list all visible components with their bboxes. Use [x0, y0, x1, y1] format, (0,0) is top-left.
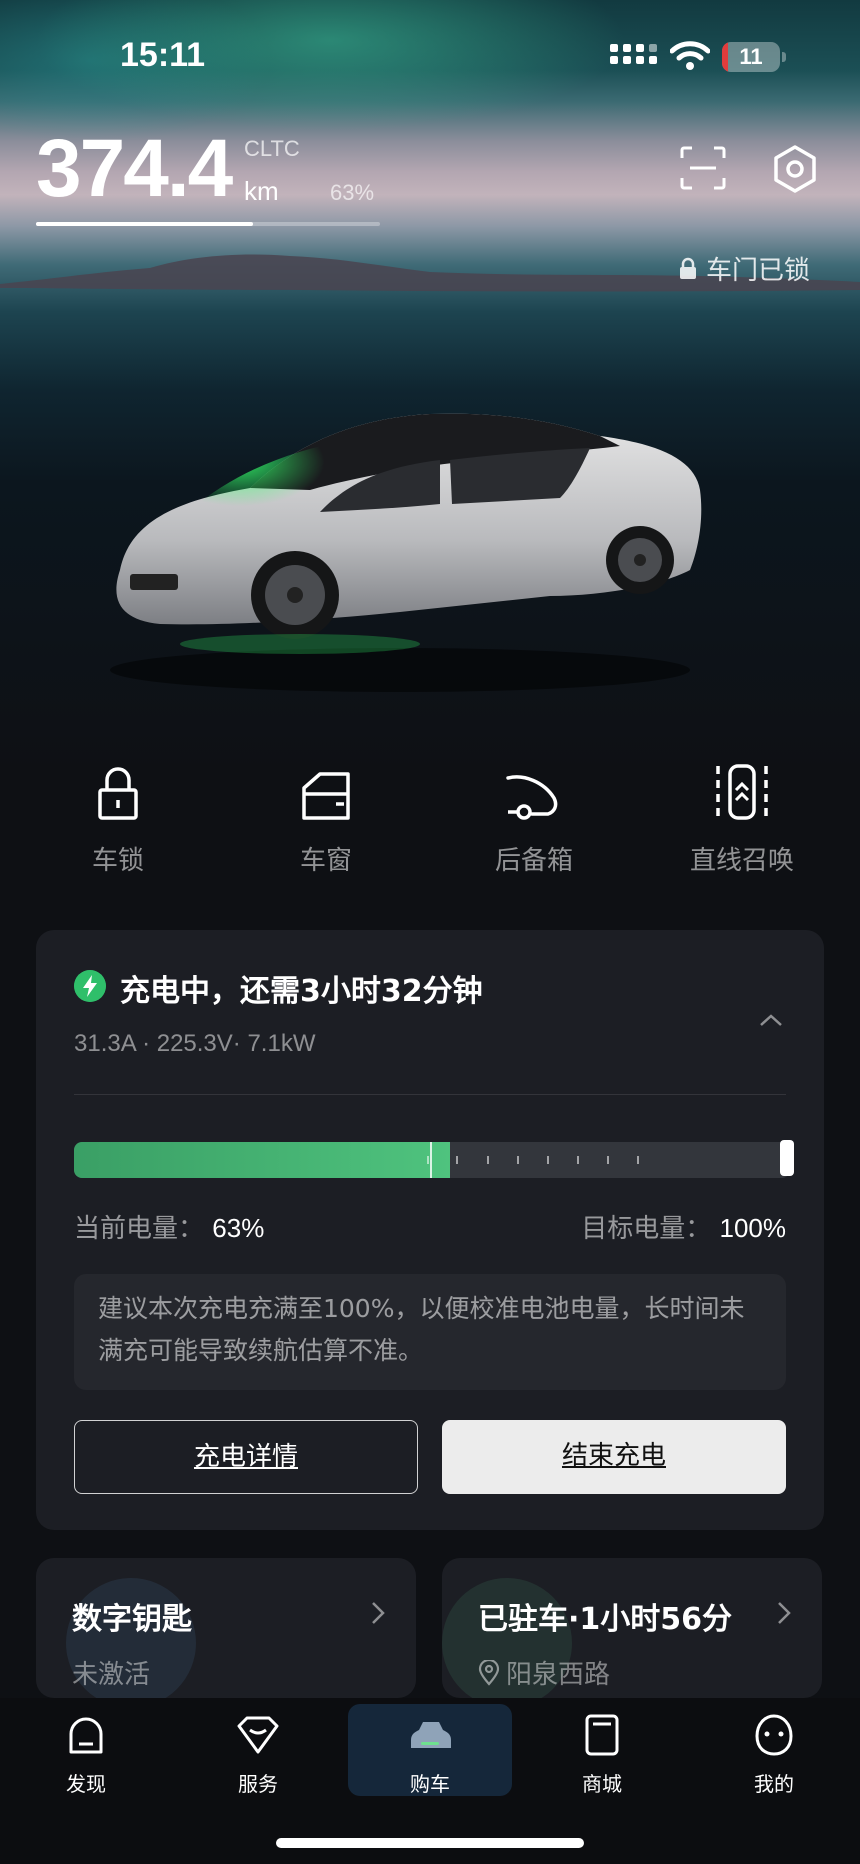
- settings-gear-icon[interactable]: [770, 144, 820, 194]
- card-divider: [74, 1094, 786, 1095]
- discover-icon: [69, 1717, 103, 1754]
- service-icon: [237, 1716, 279, 1754]
- charge-progress-fill: [74, 1142, 450, 1178]
- charging-stats: 31.3A · 225.3V· 7.1kW: [74, 1030, 316, 1057]
- control-window-label: 车窗: [299, 846, 352, 876]
- door-lock-status: 车门已锁: [678, 250, 810, 287]
- door-lock-status-text: 车门已锁: [706, 256, 811, 286]
- charge-bar-tick: [517, 1156, 519, 1164]
- vehicle-controls: 车锁 车窗 后备箱 直线召唤: [0, 760, 860, 900]
- target-charge: 目标电量： 100%: [581, 1208, 786, 1245]
- battery-percent-label: 63%: [330, 180, 375, 205]
- parking-title: 已驻车·1小时56分: [478, 1602, 733, 1637]
- charging-bolt-icon: [74, 970, 106, 1002]
- control-trunk-label: 后备箱: [494, 846, 573, 876]
- scan-icon[interactable]: [680, 146, 726, 190]
- digital-key-status: 未激活: [72, 1654, 150, 1691]
- charging-tip: 建议本次充电充满至100%，以便校准电池电量，长时间未满充可能导致续航估算不准。: [74, 1274, 786, 1390]
- location-pin-icon: [478, 1659, 500, 1686]
- mall-icon: [585, 1714, 619, 1756]
- control-lock[interactable]: 车锁: [28, 760, 208, 877]
- tab-discover-label: 发现: [66, 1772, 106, 1796]
- charging-detail-button[interactable]: 充电详情: [74, 1420, 418, 1494]
- parking-location: 阳泉西路: [478, 1654, 610, 1691]
- car-icon: [411, 1722, 451, 1748]
- control-summon[interactable]: 直线召唤: [652, 760, 832, 877]
- trunk-icon: [506, 775, 558, 820]
- current-charge: 当前电量： 63%: [74, 1208, 264, 1245]
- range-value: 374.4: [36, 123, 233, 214]
- tab-discover[interactable]: 发现: [26, 1712, 146, 1797]
- battery-tip: [782, 52, 786, 62]
- current-charge-value: 63%: [212, 1213, 265, 1243]
- target-charge-label: 目标电量：: [581, 1214, 712, 1244]
- control-lock-label: 车锁: [91, 846, 144, 876]
- home-indicator[interactable]: [276, 1838, 584, 1848]
- control-window[interactable]: 车窗: [236, 760, 416, 877]
- lock-icon: [98, 767, 138, 820]
- digital-key-card[interactable]: 数字钥匙 未激活: [36, 1558, 416, 1698]
- control-summon-label: 直线召唤: [689, 846, 794, 876]
- tab-buy-car[interactable]: 购车: [370, 1712, 490, 1797]
- status-bar: 15:11 11: [0, 0, 860, 110]
- target-charge-value: 100%: [719, 1213, 787, 1243]
- window-icon: [302, 772, 350, 820]
- tab-mall[interactable]: 商城: [542, 1712, 662, 1797]
- chevron-right-icon: [372, 1602, 385, 1624]
- charge-bar-tick: [637, 1156, 639, 1164]
- charge-progress-bar: [74, 1142, 790, 1178]
- charging-card: 充电中，还需3小时32分钟 31.3A · 225.3V· 7.1kW 当前电量…: [36, 930, 824, 1530]
- charge-current-marker: [430, 1142, 432, 1178]
- tab-buy-car-label: 购车: [410, 1772, 450, 1796]
- range-progress-fill: [36, 222, 253, 226]
- small-lock-icon: [680, 257, 696, 279]
- charge-bar-tick: [547, 1156, 549, 1164]
- digital-key-title: 数字钥匙: [72, 1602, 192, 1637]
- chevron-right-icon: [778, 1602, 791, 1624]
- charging-title: 充电中，还需3小时32分钟: [120, 974, 483, 1009]
- status-time: 15:11: [120, 36, 206, 74]
- summon-icon: [716, 764, 768, 820]
- range-progress-bar: [36, 222, 380, 226]
- wifi-icon: [670, 41, 710, 70]
- parking-card[interactable]: 已驻车·1小时56分 阳泉西路: [442, 1558, 822, 1698]
- charge-bar-tick: [456, 1156, 458, 1164]
- battery-percent: 11: [739, 44, 763, 69]
- parking-location-text: 阳泉西路: [506, 1660, 611, 1690]
- control-trunk[interactable]: 后备箱: [444, 760, 624, 877]
- battery-indicator: 11: [722, 42, 780, 72]
- digital-key-status-text: 未激活: [72, 1660, 151, 1690]
- tab-profile[interactable]: 我的: [714, 1712, 834, 1797]
- tab-service-label: 服务: [238, 1772, 278, 1796]
- tab-profile-label: 我的: [754, 1772, 794, 1796]
- range-standard: CLTC: [244, 136, 300, 161]
- charge-bar-tick: [487, 1156, 489, 1164]
- target-charge-slider-handle[interactable]: [780, 1140, 794, 1176]
- stop-charging-button[interactable]: 结束充电: [442, 1420, 786, 1494]
- tab-mall-label: 商城: [582, 1772, 622, 1796]
- profile-icon: [755, 1714, 793, 1756]
- cellular-signal-icon: [610, 44, 657, 64]
- car-image: [110, 413, 702, 692]
- tab-service[interactable]: 服务: [198, 1712, 318, 1797]
- charge-bar-tick: [577, 1156, 579, 1164]
- charge-bar-tick: [607, 1156, 609, 1164]
- chevron-up-icon[interactable]: [758, 1012, 784, 1028]
- charge-bar-tick: [427, 1156, 429, 1164]
- current-charge-label: 当前电量：: [74, 1214, 205, 1244]
- range-unit: km: [244, 176, 279, 206]
